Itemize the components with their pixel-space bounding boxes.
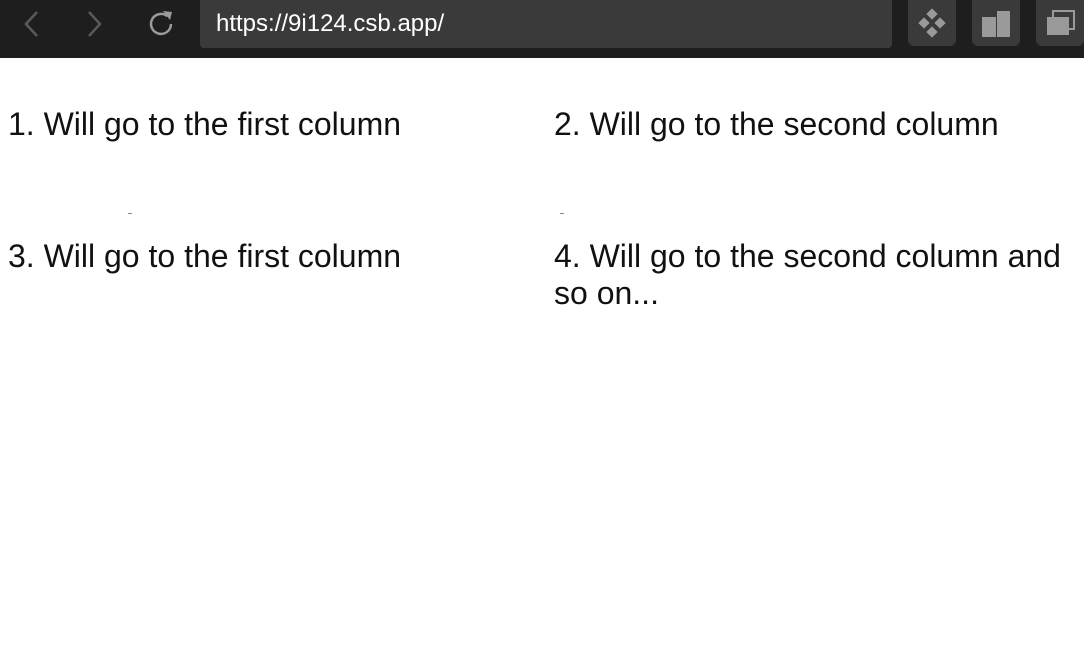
address-bar[interactable]: https://9i124.csb.app/ [200, 0, 892, 48]
new-window-icon [1047, 10, 1075, 35]
reload-icon [149, 11, 173, 36]
new-window-button[interactable] [1036, 0, 1084, 46]
grid-item: 2. Will go to the second column [554, 106, 999, 142]
divider-mark [560, 213, 564, 214]
reload-button[interactable] [139, 4, 183, 44]
back-button[interactable] [10, 4, 54, 44]
page-content: 1. Will go to the first column 2. Will g… [0, 58, 1084, 672]
chevron-right-icon [88, 11, 102, 37]
devtools-icon [918, 8, 946, 38]
grid-item: 1. Will go to the first column [8, 106, 402, 142]
two-column-grid: 1. Will go to the first column 2. Will g… [8, 106, 1084, 312]
browser-toolbar: https://9i124.csb.app/ [0, 0, 1084, 58]
divider-mark [128, 213, 132, 214]
chevron-left-icon [24, 11, 38, 37]
split-view-icon [982, 11, 1010, 37]
grid-item: 4. Will go to the second column and so o… [554, 238, 1061, 311]
split-view-button[interactable] [972, 0, 1020, 46]
devtools-button[interactable] [908, 0, 956, 46]
grid-item: 3. Will go to the first column [8, 238, 402, 274]
forward-button[interactable] [72, 4, 116, 44]
